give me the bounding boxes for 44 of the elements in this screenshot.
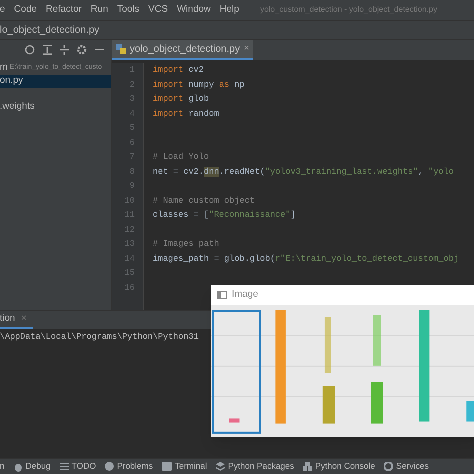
menu-item[interactable]: Window [177, 2, 211, 18]
run-tab[interactable]: tion × [0, 311, 33, 329]
window-title: yolo_custom_detection - yolo_object_detection.py [260, 4, 438, 16]
menu-item[interactable]: Run [90, 2, 108, 18]
breadcrumb[interactable]: lo_object_detection.py [0, 22, 100, 38]
code-line: images_path = glob.glob(r"E:\train_yolo_to_detect_custom_obj [153, 252, 460, 266]
tool-window-button[interactable]: Python Packages [216, 460, 294, 473]
code-line: classes = ["Reconnaissance"] [153, 209, 297, 222]
menu-item[interactable]: Tools [117, 2, 140, 18]
console-output: \AppData\Local\Programs\Python\Python31 [0, 331, 200, 344]
list-icon [60, 462, 69, 470]
expand-icon[interactable] [43, 45, 52, 55]
tool-window-button[interactable]: Debug [14, 460, 51, 473]
collapse-icon[interactable] [60, 45, 69, 55]
code-line: # Load Yolo [153, 151, 210, 164]
code-line: import random [153, 108, 220, 120]
code-line: import numpy as np [153, 78, 246, 92]
menu-item[interactable]: VCS [148, 2, 168, 18]
tool-window-button[interactable]: Python Console [303, 460, 376, 473]
code-line: import glob [153, 93, 210, 106]
image-window-title: Image [232, 288, 258, 302]
settings-icon[interactable] [77, 45, 87, 55]
menu-item[interactable]: Refactor [46, 2, 82, 18]
menu-item[interactable]: e [0, 2, 6, 18]
minimize-icon[interactable] [95, 49, 104, 51]
tool-window-button[interactable]: Services [384, 460, 429, 473]
tool-window-button[interactable]: Terminal [162, 460, 208, 473]
target-icon[interactable] [25, 45, 35, 55]
window-icon [217, 291, 227, 299]
project-tree-item[interactable]: on.py [0, 75, 111, 88]
services-icon [384, 462, 394, 471]
project-tree-item[interactable]: .weights [0, 101, 111, 114]
tool-window-button[interactable]: TODO [60, 460, 96, 473]
code-line: net = cv2.dnn.readNet("yolov3_training_last.weights", "yolo [153, 166, 455, 178]
code-line: import cv2 [153, 64, 206, 77]
editor-tab[interactable]: yolo_object_detection.py × [112, 40, 254, 60]
tool-window-button[interactable]: Problems [105, 460, 154, 473]
stack-icon [216, 462, 226, 471]
menu-item[interactable]: Help [220, 2, 240, 18]
code-line: # Name custom object [153, 194, 256, 208]
tool-window-button[interactable]: n [0, 460, 5, 473]
python-file-icon [116, 44, 126, 54]
code-line: # Images path [153, 238, 220, 251]
menu-item[interactable]: Code [14, 2, 38, 18]
